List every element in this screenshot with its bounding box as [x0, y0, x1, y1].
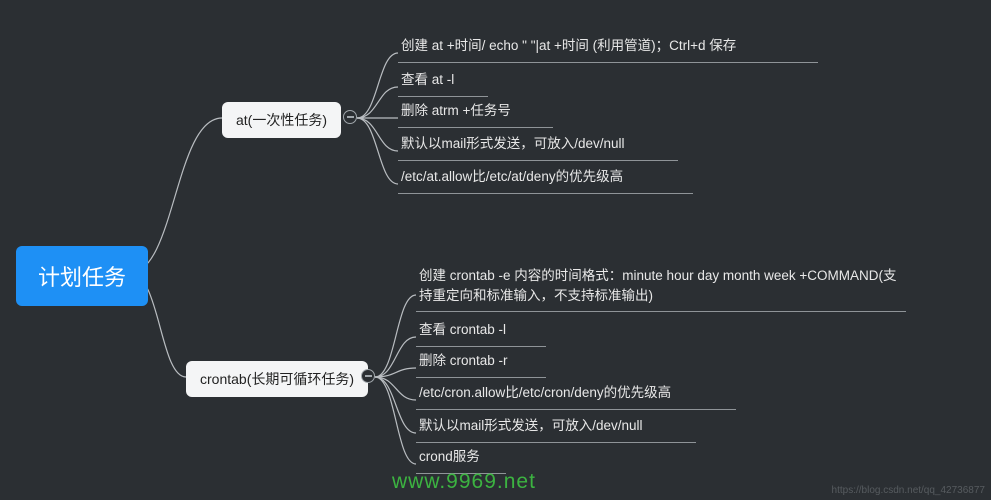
branch-at-label: at(一次性任务)	[236, 112, 327, 128]
leaf-cron-delete[interactable]: 删除 crontab -r	[416, 351, 546, 378]
leaf-at-allow-deny[interactable]: /etc/at.allow比/etc/at/deny的优先级高	[398, 167, 693, 194]
root-label: 计划任务	[38, 265, 126, 290]
root-node[interactable]: 计划任务	[16, 246, 148, 306]
leaf-at-mail[interactable]: 默认以mail形式发送，可放入/dev/null	[398, 134, 678, 161]
leaf-at-list[interactable]: 查看 at -l	[398, 70, 488, 97]
leaf-at-delete[interactable]: 删除 atrm +任务号	[398, 101, 553, 128]
collapse-icon[interactable]	[343, 110, 357, 124]
leaf-cron-create[interactable]: 创建 crontab -e 内容的时间格式：minute hour day mo…	[416, 266, 906, 312]
branch-crontab-label: crontab(长期可循环任务)	[200, 371, 354, 387]
branch-at[interactable]: at(一次性任务)	[222, 102, 341, 138]
watermark-center: www.9969.net	[392, 470, 536, 494]
leaf-cron-allow-deny[interactable]: /etc/cron.allow比/etc/cron/deny的优先级高	[416, 383, 736, 410]
branch-crontab[interactable]: crontab(长期可循环任务)	[186, 361, 368, 397]
leaf-cron-mail[interactable]: 默认以mail形式发送，可放入/dev/null	[416, 416, 696, 443]
leaf-cron-list[interactable]: 查看 crontab -l	[416, 320, 546, 347]
watermark-source: https://blog.csdn.net/qq_42736877	[832, 485, 985, 496]
leaf-at-create[interactable]: 创建 at +时间/ echo " "|at +时间 (利用管道)；Ctrl+d…	[398, 36, 818, 63]
collapse-icon[interactable]	[361, 369, 375, 383]
